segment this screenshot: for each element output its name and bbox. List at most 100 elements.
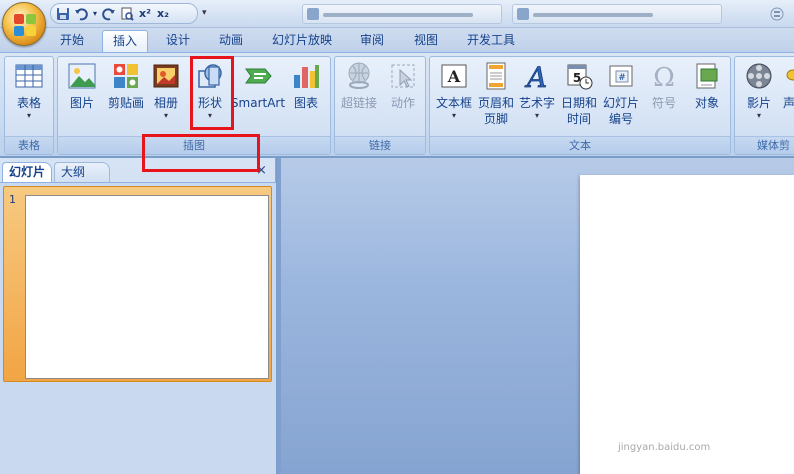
window-icon <box>307 8 319 20</box>
sound-button-label: 声 <box>783 96 794 110</box>
date-time-button-label-2: 时间 <box>566 112 591 126</box>
title-bar: ▾ x² x₂ ▾ <box>0 0 794 28</box>
office-button[interactable] <box>2 2 46 46</box>
highlight-illustrations-group-label <box>142 134 260 172</box>
group-label-links: 链接 <box>335 136 425 154</box>
movie-button[interactable]: 影片 ▾ <box>739 61 779 121</box>
slide-thumbnail[interactable] <box>25 195 269 379</box>
tab-view[interactable]: 视图 <box>404 30 448 52</box>
clipart-icon <box>111 61 141 91</box>
group-label-table: 表格 <box>5 136 53 154</box>
wordart-button-label: 艺术字 <box>518 96 555 110</box>
watermark: Bai 经验 jingyan.baidu.com <box>578 400 778 474</box>
group-media: 影片 ▾ 声 媒体剪 <box>734 56 794 155</box>
table-button-label: 表格 <box>16 96 41 110</box>
tab-home[interactable]: 开始 <box>50 30 94 52</box>
tab-slides[interactable]: 幻灯片 <box>2 162 53 182</box>
sound-button[interactable]: 声 <box>783 61 794 111</box>
action-icon <box>388 61 418 91</box>
svg-text:A: A <box>447 67 461 86</box>
background-window-button <box>302 4 502 24</box>
chart-button-label: 图表 <box>293 96 318 110</box>
svg-text:A: A <box>524 61 547 91</box>
header-footer-button-label: 页眉和 <box>477 96 514 110</box>
chart-button[interactable]: 图表 <box>286 61 326 111</box>
svg-text:Ω: Ω <box>653 63 675 91</box>
chart-icon <box>291 61 321 91</box>
tab-slideshow[interactable]: 幻灯片放映 <box>264 30 340 52</box>
pane-splitter[interactable] <box>277 158 281 474</box>
smartart-icon <box>243 61 273 91</box>
picture-icon <box>67 61 97 91</box>
header-footer-button[interactable]: 页眉和 页脚 <box>476 61 516 127</box>
header-footer-button-label-2: 页脚 <box>483 112 508 126</box>
clipart-button[interactable]: 剪贴画 <box>104 61 148 111</box>
header-footer-icon <box>481 61 511 91</box>
hyperlink-button[interactable]: 超链接 <box>337 61 381 111</box>
action-button-label: 动作 <box>390 96 415 110</box>
symbol-button-label: 符号 <box>651 96 676 110</box>
slide-number-icon: # <box>606 61 636 91</box>
smartart-button[interactable]: SmartArt <box>230 61 286 111</box>
slide-number-button[interactable]: # 幻灯片 编号 <box>600 61 642 127</box>
office-logo-icon <box>14 14 36 36</box>
speaker-icon <box>783 61 794 91</box>
superscript-icon[interactable]: x² <box>137 6 153 22</box>
table-button[interactable]: 表格 ▾ <box>9 61 49 121</box>
wordart-button[interactable]: A 艺术字 ▾ <box>516 61 558 121</box>
chevron-down-icon: ▾ <box>26 111 31 120</box>
object-icon <box>692 61 722 91</box>
picture-button[interactable]: 图片 <box>62 61 102 111</box>
textbox-button-label: 文本框 <box>435 96 472 110</box>
customize-qat-icon[interactable]: ▾ <box>202 8 207 18</box>
window-control-icon[interactable] <box>770 7 784 21</box>
textbox-button[interactable]: A 文本框 ▾ <box>432 61 476 121</box>
table-icon <box>14 61 44 91</box>
slide-number-button-label: 幻灯片 <box>602 96 639 110</box>
smartart-button-label: SmartArt <box>230 96 286 110</box>
svg-text:#: # <box>618 73 626 83</box>
slide-thumbnail-selected[interactable]: 1 <box>3 186 272 382</box>
group-table: 表格 ▾ 表格 <box>4 56 54 155</box>
photo-album-icon <box>151 61 181 91</box>
highlight-shapes-button <box>190 56 234 130</box>
date-time-button-label: 日期和 <box>560 96 597 110</box>
slide-number: 1 <box>9 193 16 206</box>
object-button[interactable]: 对象 <box>686 61 728 111</box>
chevron-down-icon: ▾ <box>534 111 539 120</box>
subscript-icon[interactable]: x₂ <box>155 6 171 22</box>
ribbon: 表格 ▾ 表格 图片 剪贴画 相册 ▾ 形状 ▾ SmartArt 图表 插图 … <box>0 52 794 156</box>
slide-thumbnail-list: 1 <box>0 182 276 474</box>
save-icon[interactable] <box>55 6 71 22</box>
tab-developer[interactable]: 开发工具 <box>458 30 524 52</box>
group-label-text: 文本 <box>430 136 730 154</box>
wordart-icon: A <box>522 61 552 95</box>
redo-icon[interactable] <box>101 6 117 22</box>
tab-outline[interactable]: 大纲 <box>54 162 110 182</box>
ribbon-tabs: 开始 插入 设计 动画 幻灯片放映 审阅 视图 开发工具 <box>0 28 794 52</box>
hyperlink-icon <box>344 61 374 91</box>
window-icon <box>517 8 529 20</box>
symbol-button[interactable]: Ω 符号 <box>644 61 684 111</box>
tab-insert[interactable]: 插入 <box>102 30 148 52</box>
background-window-button <box>512 4 722 24</box>
tab-review[interactable]: 审阅 <box>350 30 394 52</box>
chevron-down-icon: ▾ <box>163 111 168 120</box>
group-links: 超链接 动作 链接 <box>334 56 426 155</box>
tab-design[interactable]: 设计 <box>156 30 200 52</box>
photo-album-button[interactable]: 相册 ▾ <box>148 61 184 121</box>
undo-icon[interactable] <box>73 6 89 22</box>
movie-button-label: 影片 <box>746 96 771 110</box>
print-preview-icon[interactable] <box>119 6 135 22</box>
undo-dropdown-icon[interactable]: ▾ <box>91 6 99 22</box>
calendar-icon: 5 <box>564 61 594 91</box>
clipart-button-label: 剪贴画 <box>107 96 144 110</box>
tab-animation[interactable]: 动画 <box>208 30 254 52</box>
watermark-url: jingyan.baidu.com <box>618 442 711 453</box>
hyperlink-button-label: 超链接 <box>340 96 377 110</box>
date-time-button[interactable]: 5 日期和 时间 <box>558 61 600 127</box>
watermark-brand: Bai 经验 <box>584 407 700 440</box>
quick-access-toolbar: ▾ x² x₂ <box>50 3 198 24</box>
action-button[interactable]: 动作 <box>383 61 423 111</box>
omega-icon: Ω <box>649 61 679 93</box>
